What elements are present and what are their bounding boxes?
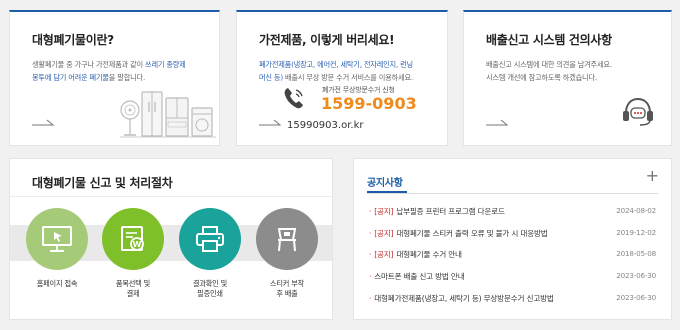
card-title: 가전제품, 이렇게 버리세요!	[259, 33, 395, 47]
tab-underline	[367, 191, 407, 193]
notice-item[interactable]: · 스마트폰 배출 신고 방법 안내 2023-06-30	[369, 271, 659, 293]
step-label: 스티커 부착 후 배출	[253, 279, 321, 299]
bullet-icon: ·	[369, 207, 372, 216]
step-circle: W	[102, 208, 164, 270]
card-description: 생활폐기물 중 가구나 가전제품과 같이 쓰레기 종량제 봉투에 담기 어려운 …	[32, 58, 186, 84]
step-label-line: 후 배출	[276, 289, 298, 298]
notice-tag: [공지]	[374, 250, 394, 260]
notice-panel: 공지사항 + · [공지] 납부필증 프린터 프로그램 다운로드 2024-08-02…	[353, 158, 672, 320]
step-circle	[179, 208, 241, 270]
notice-date: 2019-12-02	[616, 227, 656, 237]
notice-text[interactable]: 납부필증 프린터 프로그램 다운로드	[396, 207, 505, 216]
arrow-right-icon[interactable]	[259, 118, 281, 126]
bullet-icon: ·	[369, 250, 372, 260]
notice-date: 2024-08-02	[616, 206, 656, 215]
notice-date: 2018-05-08	[616, 249, 656, 259]
more-plus-icon[interactable]: +	[646, 168, 659, 184]
desc-highlight: 봉투에 담기 어려운 폐기물	[32, 73, 109, 82]
phone-icon	[284, 88, 303, 109]
notice-item[interactable]: · [공지] 대형폐기물 스티커 출력 오류 및 불가 시 대응방법 2019-12-…	[369, 228, 659, 250]
card-description: 배출신고 시스템에 대한 의견을 남겨주세요. 시스템 개선에 참고하도록 하겠…	[486, 58, 612, 84]
payment-receipt-icon: W	[121, 226, 144, 251]
monitor-icon	[42, 226, 72, 252]
notice-tag: [공지]	[374, 207, 394, 216]
procedure-step-sticker: 스티커 부착 후 배출	[253, 208, 321, 299]
bullet-icon: ·	[369, 228, 372, 238]
step-label: 홈페이지 접속	[23, 279, 91, 289]
procedure-step-select-pay: W 품목선택 및 결제	[99, 208, 167, 299]
desc-text: 을 말합니다.	[108, 73, 146, 82]
notice-text[interactable]: 대형폐기물 수거 안내	[396, 250, 462, 259]
notice-date: 2023-06-30	[616, 271, 656, 281]
procedure-panel: 대형폐기물 신고 및 처리절차 홈페이지 접속 W 품목선택 및 결제 결과확인…	[9, 158, 333, 320]
notice-tag: [공지]	[374, 228, 394, 238]
card-title: 배출신고 시스템 건의사항	[486, 33, 612, 47]
step-label-line: 홈페이지 접속	[36, 279, 78, 288]
notice-date: 2023-06-30	[616, 292, 656, 302]
website-link[interactable]: 15990903.or.kr	[287, 120, 363, 131]
step-label-line: 스티커 부착	[269, 279, 305, 288]
step-label-line: 필증인쇄	[197, 289, 223, 298]
desc-text: 시스템 개선에 참고하도록 하겠습니다.	[486, 73, 597, 82]
printer-icon	[196, 226, 224, 252]
arrow-right-icon[interactable]	[32, 118, 54, 126]
desc-highlight: 폐가전제품(냉장고, 에어컨, 세탁기, 전자레인지, 런닝	[259, 60, 413, 69]
desc-text: 배출신고 시스템에 대한 의견을 남겨주세요.	[486, 60, 612, 69]
sticker-chair-icon	[277, 228, 297, 252]
notice-text[interactable]: 대형폐가전제품(냉장고, 세탁기 등) 무상방문수거 신고방법	[374, 294, 554, 303]
arrow-right-icon[interactable]	[486, 118, 508, 126]
notice-text[interactable]: 스마트폰 배출 신고 방법 안내	[374, 272, 464, 281]
divider	[10, 196, 332, 197]
bullet-icon: ·	[369, 293, 372, 303]
step-circle	[256, 208, 318, 270]
desc-highlight: 머신 등)	[259, 73, 283, 82]
card-title: 대형폐기물이란?	[32, 33, 114, 47]
step-label-line: 결과확인 및	[192, 279, 228, 288]
card-description: 폐가전제품(냉장고, 에어컨, 세탁기, 전자레인지, 런닝 머신 등) 배출시…	[259, 58, 413, 84]
procedure-step-print: 결과확인 및 필증인쇄	[176, 208, 244, 299]
card-system-feedback[interactable]: 배출신고 시스템 건의사항 배출신고 시스템에 대한 의견을 남겨주세요. 시스…	[463, 10, 672, 146]
svg-text:W: W	[133, 240, 142, 249]
procedure-step-homepage: 홈페이지 접속	[23, 208, 91, 289]
appliances-illustration	[120, 91, 216, 138]
notice-list: · [공지] 납부필증 프린터 프로그램 다운로드 2024-08-02 · [공지] 대…	[369, 206, 659, 314]
headset-icon	[623, 97, 653, 126]
notice-item[interactable]: · [공지] 대형폐기물 수거 안내 2018-05-08	[369, 249, 659, 271]
notice-item[interactable]: · [공지] 납부필증 프린터 프로그램 다운로드 2024-08-02	[369, 206, 659, 228]
desc-highlight: 쓰레기 종량제	[145, 60, 186, 69]
desc-text: 배출시 무상 방문 수거 서비스를 이용하세요.	[282, 73, 413, 82]
step-label: 결과확인 및 필증인쇄	[176, 279, 244, 299]
step-label-line: 결제	[126, 289, 140, 298]
notice-item[interactable]: · 대형폐가전제품(냉장고, 세탁기 등) 무상방문수거 신고방법 2023-06-…	[369, 293, 659, 315]
bullet-icon: ·	[369, 272, 372, 282]
card-appliance-disposal[interactable]: 가전제품, 이렇게 버리세요! 폐가전제품(냉장고, 에어컨, 세탁기, 전자레…	[236, 10, 448, 146]
notice-title[interactable]: 공지사항	[367, 174, 403, 189]
step-label: 품목선택 및 결제	[99, 279, 167, 299]
card-what-is-bulky-waste[interactable]: 대형폐기물이란? 생활폐기물 중 가구나 가전제품과 같이 쓰레기 종량제 봉투…	[9, 10, 220, 146]
phone-number[interactable]: 1599-0903	[321, 94, 417, 113]
divider	[367, 193, 658, 194]
notice-text[interactable]: 대형폐기물 스티커 출력 오류 및 불가 시 대응방법	[396, 229, 547, 238]
panel-title: 대형폐기물 신고 및 처리절차	[32, 176, 173, 190]
step-circle	[26, 208, 88, 270]
step-label-line: 품목선택 및	[115, 279, 151, 288]
desc-text: 생활폐기물 중 가구나 가전제품과 같이	[32, 60, 146, 69]
